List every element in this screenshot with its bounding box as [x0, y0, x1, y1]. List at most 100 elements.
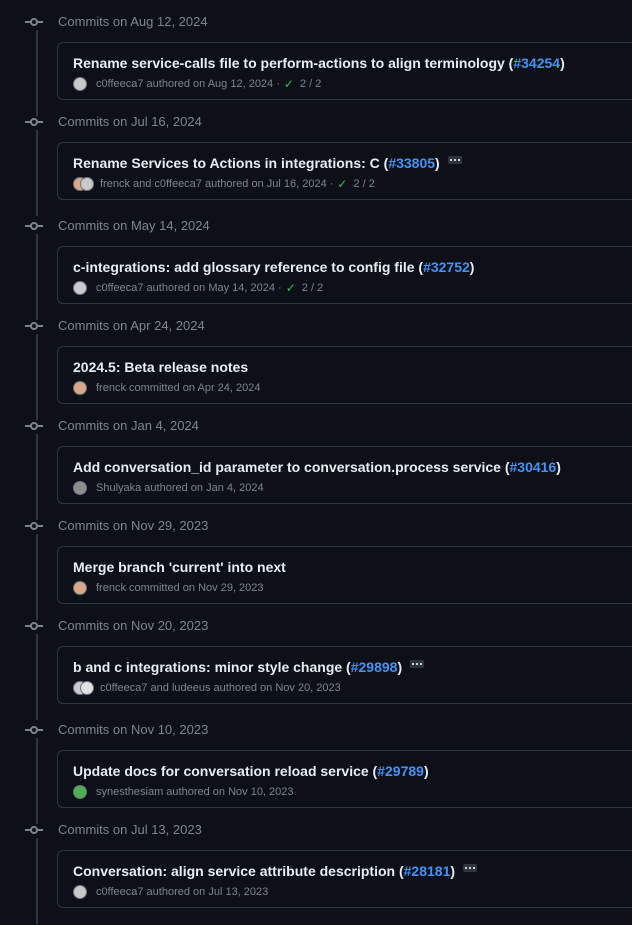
commit-meta: frenck committed on Nov 29, 2023 [73, 580, 264, 596]
commit-card: 2024.5: Beta release notes frenck committ… [57, 346, 632, 404]
pull-request-link[interactable]: #32752 [423, 259, 470, 275]
commit-timeline: Commits on Aug 12, 2024 Rename service-ca… [0, 0, 632, 925]
timeline-line [36, 130, 38, 216]
heading-text: Commits on Jul 16, 2024 [58, 114, 202, 129]
avatar[interactable] [73, 481, 87, 495]
expand-ellipsis-button[interactable] [463, 864, 478, 872]
commit-message-link[interactable]: Rename service-calls file to perform-act… [73, 55, 513, 71]
pull-request-link[interactable]: #29898 [351, 659, 398, 675]
commit-group: Commits on Jan 4, 2024 Add conversation_i… [0, 418, 632, 520]
timeline-line [36, 30, 38, 116]
commit-meta: synesthesiam authored on Nov 10, 2023 [73, 784, 294, 800]
commit-card: Merge branch 'current' into next frenck c… [57, 546, 632, 604]
commit-date-heading: Commits on Aug 12, 2024 [0, 14, 632, 34]
commit-meta: c0ffeeca7 and ludeeus authored on Nov 20… [73, 680, 341, 696]
commit-group: Commits on Jul 13, 2023 Conversation: ali… [0, 822, 632, 924]
timeline-line [36, 234, 38, 320]
checks-count[interactable]: 2 / 2 [302, 280, 323, 296]
pull-request-link[interactable]: #30416 [510, 459, 557, 475]
avatar[interactable] [73, 581, 87, 595]
commit-date-heading: Commits on Nov 20, 2023 [0, 618, 632, 638]
expand-ellipsis-button[interactable] [410, 660, 425, 668]
avatar[interactable] [73, 381, 87, 395]
commit-message-link[interactable]: Conversation: align service attribute de… [73, 863, 404, 879]
commit-node-icon [25, 622, 43, 630]
avatar[interactable] [73, 77, 87, 91]
commit-date-heading: Commits on Jul 13, 2023 [0, 822, 632, 842]
pull-request-link[interactable]: #34254 [513, 55, 560, 71]
timeline-line [36, 434, 38, 520]
commit-node-icon [25, 826, 43, 834]
pull-request-link[interactable]: #29789 [377, 763, 424, 779]
commit-node-icon [25, 322, 43, 330]
author-info: c0ffeeca7 and ludeeus authored on Nov 20… [100, 682, 341, 694]
commit-title[interactable]: Conversation: align service attribute de… [73, 862, 478, 880]
commit-message-link[interactable]: b and c integrations: minor style change… [73, 659, 351, 675]
commit-group: Commits on Nov 29, 2023 Merge branch 'cur… [0, 518, 632, 620]
commit-group: Commits on Nov 10, 2023 Update docs for c… [0, 722, 632, 824]
pull-request-link[interactable]: #28181 [404, 863, 451, 879]
commit-date-heading: Commits on Jul 16, 2024 [0, 114, 632, 134]
heading-text: Commits on May 14, 2024 [58, 218, 210, 233]
commit-title[interactable]: Add conversation_id parameter to convers… [73, 458, 561, 476]
commit-message-end: ) [560, 55, 565, 71]
checks-count[interactable]: 2 / 2 [353, 176, 374, 192]
commit-title[interactable]: Rename Services to Actions in integratio… [73, 154, 462, 172]
timeline-line [36, 838, 38, 924]
commit-message-link[interactable]: Rename Services to Actions in integratio… [73, 155, 388, 171]
expand-ellipsis-button[interactable] [447, 156, 462, 164]
commit-message-link[interactable]: Update docs for conversation reload serv… [73, 763, 377, 779]
commit-card: Rename Services to Actions in integratio… [57, 142, 632, 200]
avatar[interactable] [73, 281, 87, 295]
commit-title[interactable]: Merge branch 'current' into next [73, 558, 286, 576]
avatar[interactable] [73, 785, 87, 799]
commit-message-link[interactable]: c-integrations: add glossary reference t… [73, 259, 423, 275]
avatar[interactable] [73, 177, 94, 191]
commit-message-end: ) [450, 863, 456, 879]
commit-message-end: ) [469, 259, 475, 275]
commit-message-end: ) [423, 763, 429, 779]
avatar[interactable] [73, 885, 87, 899]
avatar[interactable] [73, 681, 94, 695]
commit-card: Update docs for conversation reload serv… [57, 750, 632, 808]
commit-node-icon [25, 726, 43, 734]
commit-group: Commits on Nov 20, 2023 b and c integrati… [0, 618, 632, 720]
heading-text: Commits on Nov 29, 2023 [58, 518, 209, 533]
commit-date-heading: Commits on May 14, 2024 [0, 218, 632, 238]
commit-meta: frenck committed on Apr 24, 2024 [73, 380, 260, 396]
commit-message-link[interactable]: Add conversation_id parameter to convers… [73, 459, 510, 475]
heading-text: Commits on Jul 13, 2023 [58, 822, 202, 837]
timeline-line [36, 334, 38, 420]
commit-group: Commits on Jul 16, 2024 Rename Services t… [0, 114, 632, 216]
commit-message-end: ) [397, 659, 403, 675]
commit-message-link[interactable]: 2024.5: Beta release notes [73, 359, 248, 375]
check-icon[interactable]: ✓ [286, 280, 296, 296]
timeline-line [36, 534, 38, 620]
avatar[interactable] [80, 681, 94, 695]
commit-date-heading: Commits on Jan 4, 2024 [0, 418, 632, 438]
commit-card: c-integrations: add glossary reference t… [57, 246, 632, 304]
commit-title[interactable]: 2024.5: Beta release notes [73, 358, 248, 376]
commit-date-heading: Commits on Nov 29, 2023 [0, 518, 632, 538]
timeline-line [36, 634, 38, 720]
checks-count[interactable]: 2 / 2 [300, 76, 321, 92]
commit-date-heading: Commits on Nov 10, 2023 [0, 722, 632, 742]
heading-text: Commits on Apr 24, 2024 [58, 318, 205, 333]
commit-group: Commits on Aug 12, 2024 Rename service-ca… [0, 14, 632, 116]
check-icon[interactable]: ✓ [284, 76, 294, 92]
author-info: frenck committed on Apr 24, 2024 [96, 382, 261, 394]
avatar[interactable] [80, 177, 94, 191]
commit-card: Conversation: align service attribute de… [57, 850, 632, 908]
commit-group: Commits on Apr 24, 2024 2024.5: Beta rele… [0, 318, 632, 420]
author-info: Shulyaka authored on Jan 4, 2024 [96, 482, 264, 494]
commit-message-link[interactable]: Merge branch 'current' into next [73, 559, 286, 575]
commit-meta: c0ffeeca7 authored on Jul 13, 2023 [73, 884, 268, 900]
commit-title[interactable]: Rename service-calls file to perform-act… [73, 54, 565, 72]
commit-meta: c0ffeeca7 authored on Aug 12, 2024 · ✓ 2 /… [73, 76, 321, 92]
commit-title[interactable]: c-integrations: add glossary reference t… [73, 258, 474, 276]
commit-node-icon [25, 222, 43, 230]
commit-title[interactable]: b and c integrations: minor style change… [73, 658, 425, 676]
pull-request-link[interactable]: #33805 [388, 155, 435, 171]
commit-title[interactable]: Update docs for conversation reload serv… [73, 762, 429, 780]
check-icon[interactable]: ✓ [337, 176, 347, 192]
